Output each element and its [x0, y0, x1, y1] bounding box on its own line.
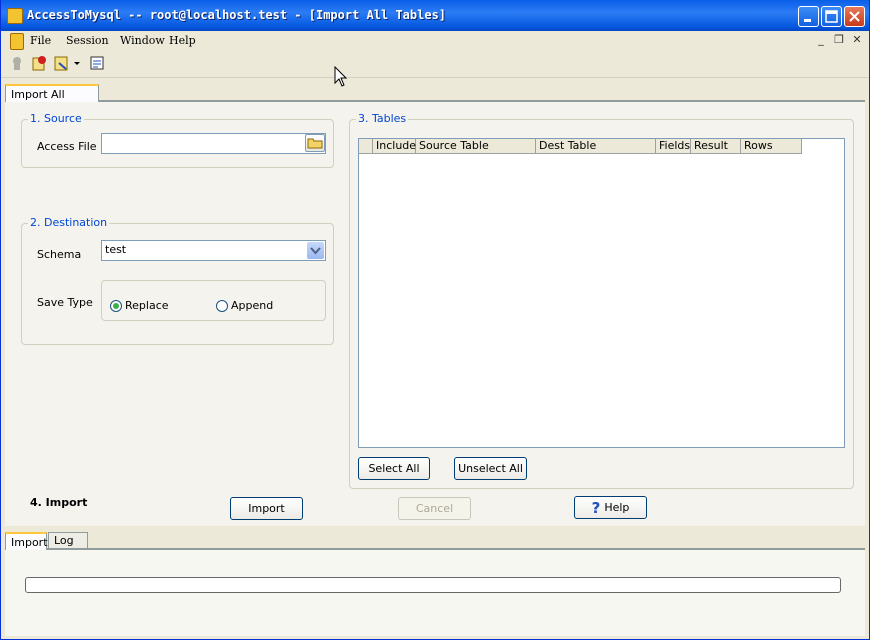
column-header-rows[interactable]: Rows: [741, 139, 802, 154]
close-button[interactable]: [844, 6, 865, 27]
import-progress-page: [5, 550, 865, 636]
minimize-button[interactable]: [798, 6, 819, 27]
menu-bar: File Session Window Help _ ❐ ✕: [1, 31, 869, 51]
column-header-result[interactable]: Result: [691, 139, 741, 154]
tab-log[interactable]: Log: [48, 532, 88, 548]
unselect-all-button[interactable]: Unselect All: [454, 457, 527, 480]
bottom-tab-strip: Import Log: [5, 528, 865, 550]
column-header-include[interactable]: Include: [373, 139, 416, 154]
mdi-restore-button[interactable]: ❐: [832, 33, 846, 47]
schema-dropdown-button[interactable]: [307, 242, 324, 259]
mdi-close-button[interactable]: ✕: [850, 33, 864, 47]
schema-selected-value: test: [105, 243, 127, 256]
save-type-label: Save Type: [37, 296, 93, 309]
close-icon: [849, 11, 860, 22]
menu-session[interactable]: Session: [66, 34, 109, 47]
access-file-input[interactable]: [101, 133, 326, 154]
source-group-title: 1. Source: [28, 112, 84, 125]
minimize-icon: [804, 19, 811, 22]
help-button-label: Help: [604, 501, 630, 514]
menu-help[interactable]: Help: [169, 34, 196, 47]
tab-import[interactable]: Import: [5, 532, 48, 550]
append-radio-label[interactable]: Append: [231, 299, 273, 312]
dropdown-arrow-icon[interactable]: [73, 55, 81, 71]
replace-radio[interactable]: [110, 300, 122, 312]
help-button[interactable]: ? Help: [574, 496, 647, 519]
import-tool-icon[interactable]: [89, 55, 105, 71]
grid-row-header: [359, 139, 373, 154]
maximize-icon: [825, 10, 838, 23]
mdi-minimize-button[interactable]: _: [814, 33, 828, 47]
document-app-icon: [10, 33, 24, 50]
column-header-source-table[interactable]: Source Table: [416, 139, 536, 154]
disconnect-icon[interactable]: [9, 55, 25, 71]
tables-group-title: 3. Tables: [356, 112, 409, 125]
destination-group-title: 2. Destination: [28, 216, 110, 229]
tab-import-all-tables[interactable]: Import All Tables: [5, 84, 99, 118]
toolbar: [1, 51, 869, 78]
append-radio[interactable]: [216, 300, 228, 312]
title-bar[interactable]: AccessToMysql -- root@localhost.test - […: [1, 0, 869, 31]
menu-window[interactable]: Window: [120, 34, 165, 47]
import-button[interactable]: Import: [230, 497, 303, 520]
column-header-dest-table[interactable]: Dest Table: [536, 139, 656, 154]
new-session-icon[interactable]: [31, 55, 47, 71]
replace-radio-label[interactable]: Replace: [125, 299, 169, 312]
menu-file[interactable]: File: [30, 34, 51, 47]
folder-icon: [307, 138, 323, 149]
window-title: AccessToMysql -- root@localhost.test - […: [27, 8, 447, 22]
browse-file-button[interactable]: [305, 134, 325, 152]
main-tab-strip: Import All Tables: [5, 80, 865, 118]
app-window: AccessToMysql -- root@localhost.test - […: [0, 0, 870, 640]
schema-label: Schema: [37, 248, 82, 261]
import-section-label: 4. Import: [30, 496, 88, 509]
help-question-icon: ?: [591, 498, 601, 517]
tables-grid[interactable]: Include Source Table Dest Table Fields R…: [358, 138, 845, 448]
app-icon: [7, 8, 23, 24]
radio-selected-dot: [113, 303, 119, 309]
select-all-button[interactable]: Select All: [358, 457, 430, 480]
schema-select[interactable]: test: [101, 240, 326, 261]
column-header-fields[interactable]: Fields: [656, 139, 691, 154]
maximize-button[interactable]: [821, 6, 842, 27]
import-progress-bar: [25, 577, 841, 593]
access-file-label: Access File: [37, 140, 97, 153]
chevron-down-icon: [310, 247, 321, 255]
open-session-icon[interactable]: [54, 55, 70, 71]
cancel-button[interactable]: Cancel: [398, 497, 471, 520]
